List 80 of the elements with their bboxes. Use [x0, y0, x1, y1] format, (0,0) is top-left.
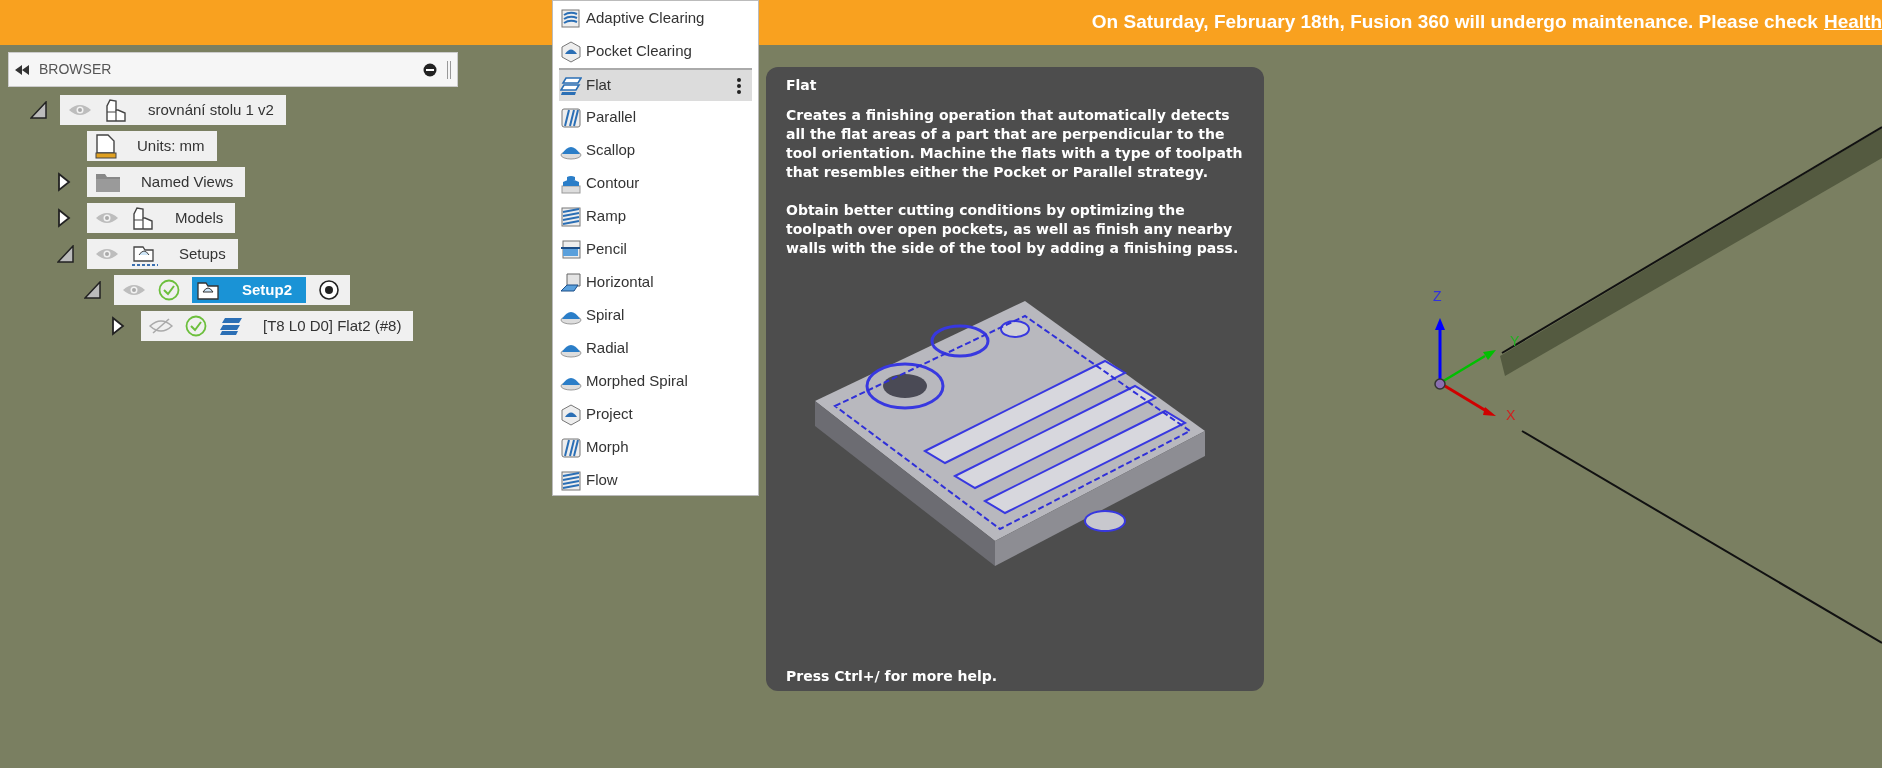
menu-item[interactable]: Parallel — [559, 101, 752, 134]
expand-arrow-icon[interactable] — [111, 316, 125, 336]
setup-icon — [196, 279, 222, 301]
folder-icon — [95, 171, 121, 193]
menu-item[interactable]: Pocket Clearing — [559, 35, 752, 68]
toolpath-strategy-icon — [560, 238, 582, 261]
item-label: [T8 L0 D0] Flat2 (#8) — [263, 315, 402, 336]
toolpath-icon — [219, 316, 243, 336]
tooltip-title: Flat — [786, 76, 818, 95]
menu-item[interactable]: Flow — [559, 464, 752, 497]
toolpath-strategy-icon — [560, 403, 582, 426]
menu-item[interactable]: Project — [559, 398, 752, 431]
axis-label: Y — [1510, 333, 1520, 349]
toolpath-strategy-icon — [560, 469, 582, 492]
tree-item[interactable]: Models — [87, 203, 236, 233]
menu-item-label: Contour — [586, 173, 641, 194]
item-label: Setups — [179, 243, 226, 264]
collapse-arrow-icon[interactable] — [84, 281, 102, 299]
menu-item[interactable]: Ramp — [559, 200, 752, 233]
menu-item-label: Adaptive Clearing — [586, 8, 706, 29]
menu-item-label: Morph — [586, 437, 630, 458]
menu-item-label: Spiral — [586, 305, 626, 326]
item-label: Units: mm — [137, 135, 205, 156]
menu-item-label: Scallop — [586, 140, 637, 161]
menu-item-label: Pencil — [586, 239, 628, 260]
toolpath-strategy-icon — [560, 205, 582, 228]
item-label: Named Views — [141, 171, 234, 192]
menu-item-label: Radial — [586, 338, 630, 359]
document-icon — [95, 133, 117, 159]
menu-item[interactable]: Flat — [559, 68, 752, 101]
tree-item[interactable]: Units: mm — [87, 131, 217, 161]
help-hint: Press Ctrl+/ for more help. — [786, 667, 999, 686]
menu-item[interactable]: Horizontal — [559, 266, 752, 299]
tooltip-description: Creates a finishing operation that automatically detects all the flat areas of a part that are perpendicular to the tool orientation. Machine the flats with a type of toolpath that resembles either the Pocket or Parallel strategy. — [786, 106, 1244, 182]
menu-item-label: Horizontal — [586, 272, 655, 293]
menu-item-label: Parallel — [586, 107, 638, 128]
minimize-icon[interactable] — [423, 62, 437, 77]
collapse-arrow-icon[interactable] — [57, 245, 75, 263]
menu-item[interactable]: Morph — [559, 431, 752, 464]
toolpath-strategy-icon — [560, 106, 582, 129]
axis-label: Z — [1433, 288, 1442, 304]
menu-item[interactable]: Adaptive Clearing — [559, 2, 752, 35]
toolpath-strategy-icon — [560, 436, 582, 459]
expand-arrow-icon[interactable] — [57, 172, 71, 192]
active-target-icon[interactable] — [318, 279, 340, 301]
toolpath-strategy-icon — [560, 7, 582, 30]
origin-point — [1434, 378, 1446, 390]
menu-item-label: Morphed Spiral — [586, 371, 689, 392]
menu-item-label: Ramp — [586, 206, 627, 227]
toolpath-strategy-icon — [560, 271, 582, 294]
component-icon — [104, 98, 128, 122]
panel-title: BROWSER — [39, 60, 113, 79]
menu-item[interactable]: Pencil — [559, 233, 752, 266]
toolpath-strategy-icon — [560, 40, 582, 63]
menu-item[interactable]: Morphed Spiral — [559, 365, 752, 398]
menu-item-label: Pocket Clearing — [586, 41, 693, 62]
maintenance-notice: On Saturday, February 18th, Fusion 360 will undergo maintenance. Please check — [1091, 10, 1818, 35]
item-label: Models — [175, 207, 224, 228]
menu-item[interactable]: Scallop — [559, 134, 752, 167]
menu-item-label: Flat — [586, 75, 612, 96]
component-icon — [131, 206, 155, 230]
tree-item[interactable]: Named Views — [87, 167, 246, 197]
tree-item[interactable]: [T8 L0 D0] Flat2 (#8) — [141, 311, 414, 341]
grip-icon[interactable] — [447, 60, 451, 79]
menu-item[interactable]: Contour — [559, 167, 752, 200]
collapse-icon[interactable] — [15, 64, 29, 75]
more-options-icon[interactable] — [736, 76, 742, 95]
item-label: srovnání stolu 1 v2 — [148, 99, 274, 120]
menu-item[interactable]: Spiral — [559, 299, 752, 332]
item-label: Setup2 — [242, 279, 292, 300]
tree-item[interactable]: Setups — [87, 239, 238, 269]
axis-label: X — [1506, 407, 1516, 423]
menu-item[interactable]: Radial — [559, 332, 752, 365]
tooltip-description: Obtain better cutting conditions by optimizing the toolpath over open pockets, as well as finish any nearby walls with the side of the tool by adding a finishing pass. — [786, 201, 1240, 258]
collapse-arrow-icon[interactable] — [30, 101, 48, 119]
menu-item-label: Flow — [586, 470, 619, 491]
menu-item-label: Project — [586, 404, 634, 425]
tree-item[interactable]: srovnání stolu 1 v2 — [60, 95, 286, 125]
toolpath-strategy-icon — [560, 74, 582, 97]
expand-arrow-icon[interactable] — [57, 208, 71, 228]
